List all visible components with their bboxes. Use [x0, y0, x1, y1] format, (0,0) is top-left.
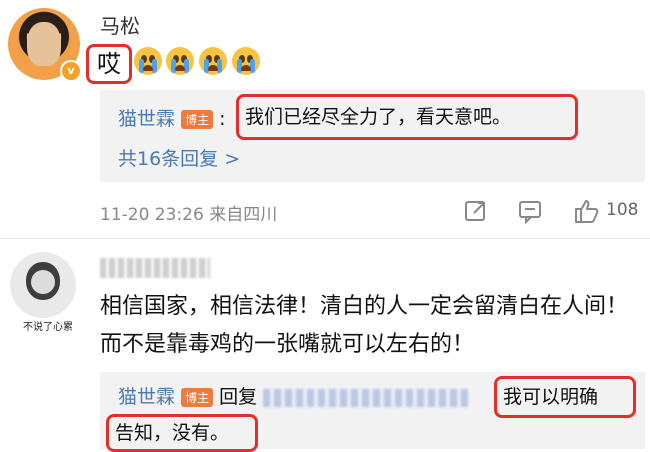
like-icon[interactable] — [572, 197, 600, 225]
comment-meta: 11-20 23:26 来自四川 — [100, 205, 278, 225]
author-badge: 博主 — [181, 110, 214, 129]
reply-author[interactable]: 猫世霖 — [118, 386, 175, 408]
author-badge: 博主 — [181, 388, 214, 407]
comment-text: 哎 — [86, 44, 132, 84]
reply-author[interactable]: 猫世霖 — [118, 108, 175, 130]
reply-text: 我们已经尽全力了，看天意吧。 — [236, 94, 578, 140]
sub-reply: 猫世霖 博主 回复 — [118, 382, 469, 409]
comment-author-redacted[interactable] — [100, 258, 210, 278]
more-replies-link[interactable]: 共16条回复 > — [118, 144, 240, 171]
reply-word: 回复 — [219, 386, 258, 408]
reply-text-line1: 我可以明确 — [494, 376, 636, 418]
comment-author[interactable]: 马松 — [100, 10, 140, 39]
crying-emoji-icon — [166, 47, 194, 75]
verified-badge-icon: v — [60, 60, 82, 82]
avatar[interactable] — [10, 252, 76, 318]
crying-emoji-icon — [232, 47, 260, 75]
avatar-face — [31, 270, 55, 294]
like-count: 108 — [606, 200, 639, 220]
reply-text-line2: 告知，没有。 — [106, 414, 258, 452]
sub-reply: 猫世霖 博主 : — [118, 104, 226, 131]
reply-separator: : — [219, 108, 226, 130]
crying-emoji-icon — [134, 47, 162, 75]
share-icon[interactable] — [462, 197, 490, 225]
comment-text: 相信国家，相信法律！清白的人一定会留清白在人间！而不是靠毒鸡的一张嘴就可以左右的… — [100, 294, 629, 357]
avatar-caption: 不说了心累 — [23, 322, 73, 333]
comment-icon[interactable] — [516, 197, 544, 225]
avatar-face — [27, 22, 61, 66]
divider — [0, 238, 650, 239]
crying-emoji-icon — [199, 47, 227, 75]
reply-target-redacted[interactable] — [263, 388, 469, 407]
